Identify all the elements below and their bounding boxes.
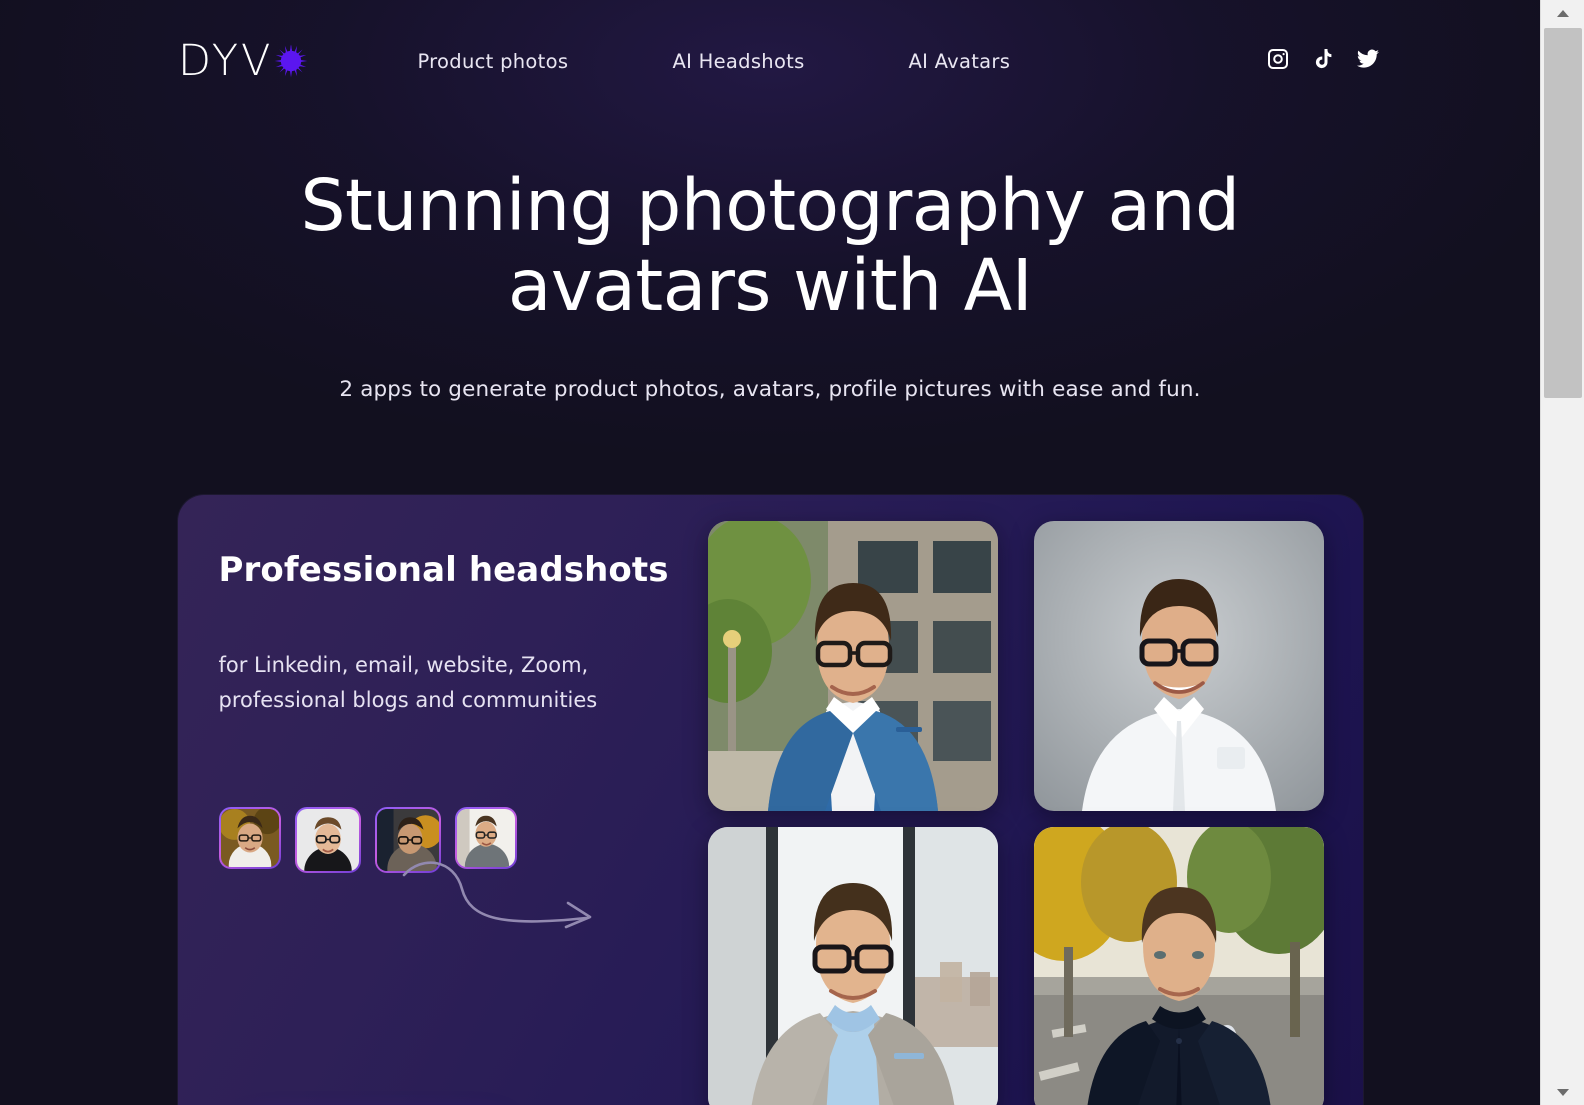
nav-slot-2: AI Headshots [672,50,908,73]
instagram-icon[interactable] [1266,47,1290,71]
browser-viewport: DYV Product photos AI Headshots AI Avata… [0,0,1584,1105]
headshot-grey-blazer[interactable] [707,827,998,1105]
scroll-up-arrow-icon [1557,9,1569,17]
social-links [1266,47,1380,71]
thumbnail-headshot-2[interactable] [294,806,361,873]
brand-logo[interactable]: DYV [178,35,308,86]
primary-navigation: Product photos AI Headshots AI Avatars [417,50,1010,73]
thumbnail-image-2 [296,808,359,871]
nav-slot-1: Product photos [417,50,672,73]
nav-slot-3: AI Avatars [908,50,1010,73]
headshot-white-shirt[interactable] [1034,521,1325,812]
scroll-down-arrow-icon [1557,1088,1569,1096]
nav-item-ai-headshots[interactable]: AI Headshots [672,50,804,73]
page-title: Stunning photography and avatars with AI [300,164,1240,327]
hero-section: Stunning photography and avatars with AI… [0,122,1540,402]
nav-item-product-photos[interactable]: Product photos [417,50,568,73]
headshot-navy-polo[interactable] [1034,827,1325,1105]
tiktok-icon[interactable] [1311,47,1335,71]
brand-name: DYV [178,35,274,86]
scroll-down-button[interactable] [1541,1079,1584,1105]
page-content: DYV Product photos AI Headshots AI Avata… [0,0,1540,1105]
starburst-icon [275,44,308,78]
vertical-scrollbar[interactable] [1540,0,1584,1105]
card-left-column: Professional headshots for Linkedin, ema… [178,495,698,1105]
thumbnail-image-4 [456,808,515,867]
nav-item-ai-avatars[interactable]: AI Avatars [908,50,1010,73]
thumbnail-image-3 [376,808,439,871]
hero-subtitle: 2 apps to generate product photos, avata… [339,377,1201,403]
headshot-blue-suit[interactable] [707,521,998,812]
twitter-icon[interactable] [1356,47,1380,71]
thumbnail-headshot-3[interactable] [374,806,441,873]
site-header: DYV Product photos AI Headshots AI Avata… [0,0,1540,122]
thumbnail-headshot-4[interactable] [454,806,517,869]
scrollbar-thumb[interactable] [1544,28,1582,398]
card-title: Professional headshots [218,550,669,591]
product-card-headshots: Professional headshots for Linkedin, ema… [177,495,1363,1105]
thumbnail-strip [218,806,698,873]
card-description: for Linkedin, email, website, Zoom, prof… [218,653,598,713]
headshot-showcase-grid [698,495,1363,1105]
thumbnail-image-1 [220,808,279,867]
scroll-up-button[interactable] [1541,0,1584,26]
thumbnail-headshot-1[interactable] [218,806,281,869]
